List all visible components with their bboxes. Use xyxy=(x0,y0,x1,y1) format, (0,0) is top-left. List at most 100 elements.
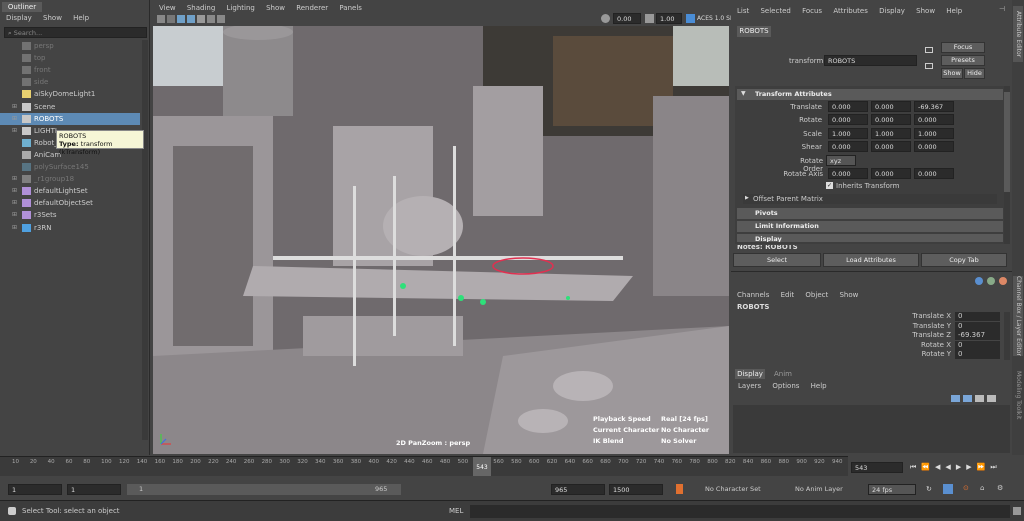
outliner-item[interactable]: ⊞ Scene xyxy=(0,101,140,113)
channel-value[interactable]: 0 xyxy=(955,340,1000,350)
outliner-item[interactable]: polySurface145 xyxy=(0,161,140,173)
channel-row[interactable]: Translate X 0 xyxy=(731,312,1012,321)
outliner-item[interactable]: side xyxy=(0,76,140,88)
presets-button[interactable]: Presets xyxy=(941,55,985,66)
channel-box-icon[interactable] xyxy=(975,277,983,285)
cb-scrollbar[interactable] xyxy=(1004,312,1010,360)
character-set-icon[interactable] xyxy=(676,484,683,494)
smooth-shade-icon[interactable] xyxy=(187,15,195,23)
play-back-icon[interactable]: ◀ xyxy=(945,463,950,471)
channel-value[interactable]: 0 xyxy=(955,321,1000,331)
script-editor-icon[interactable] xyxy=(1013,507,1021,515)
cb-menu-object[interactable]: Object xyxy=(805,291,828,299)
channel-row[interactable]: Translate Y 0 xyxy=(731,321,1012,331)
attr-field-x[interactable]: 0.000 xyxy=(828,101,868,112)
range-slider[interactable]: 1 965 xyxy=(127,484,401,495)
viewport-canvas[interactable]: 2D PanZoom : persp Playback Speed Real [2… xyxy=(153,26,729,454)
color-space-select[interactable]: ACES 1.0 SDR- xyxy=(697,13,733,24)
channel-box-side-tab[interactable]: Channel Box / Layer Editor xyxy=(1013,276,1023,356)
attr-field-y[interactable]: 0.000 xyxy=(871,140,911,152)
ae-menu-selected[interactable]: Selected xyxy=(760,7,790,15)
outliner-item[interactable]: front xyxy=(0,64,140,76)
current-frame-field[interactable]: 543 xyxy=(851,462,903,473)
outliner-item[interactable]: top xyxy=(0,52,140,64)
expand-icon[interactable]: ⊞ xyxy=(12,125,17,137)
input-connection-icon[interactable] xyxy=(925,47,933,53)
rotate-axis-z[interactable]: 0.000 xyxy=(914,168,954,179)
step-forward-key-icon[interactable]: ⏩ xyxy=(977,463,986,471)
gamma-field[interactable]: 1.00 xyxy=(656,13,682,24)
attribute-editor-side-tab[interactable]: Attribute Editor xyxy=(1013,6,1023,62)
cb-menu-show[interactable]: Show xyxy=(839,291,858,299)
attr-field-x[interactable]: 1.000 xyxy=(828,127,868,139)
anim-layer-select[interactable]: No Anim Layer xyxy=(795,484,857,495)
playback-start-field[interactable]: 1 xyxy=(67,484,121,495)
output-connection-icon[interactable] xyxy=(925,63,933,69)
go-to-end-icon[interactable]: ⏭ xyxy=(990,463,996,472)
key-icon[interactable]: ⌂ xyxy=(980,484,984,492)
move-layer-up-icon[interactable] xyxy=(951,395,960,402)
viewport-menu-shading[interactable]: Shading xyxy=(187,4,215,12)
color-management-icon[interactable] xyxy=(686,14,695,23)
expand-icon[interactable]: ⊞ xyxy=(12,222,17,234)
ae-scrollbar[interactable] xyxy=(1004,86,1010,244)
timeline-playhead[interactable]: 543 xyxy=(473,457,491,476)
attr-field-z[interactable]: -69.367 xyxy=(914,101,954,112)
channel-row[interactable]: Rotate Y 0 xyxy=(731,350,1012,359)
outliner-item[interactable]: aiSkyDomeLight1 xyxy=(0,88,140,100)
expand-icon[interactable]: ⊞ xyxy=(12,209,17,221)
modeling-toolkit-side-tab[interactable]: Modeling Toolkit xyxy=(1013,368,1023,422)
attr-field-x[interactable]: 0.000 xyxy=(828,114,868,126)
expand-icon[interactable]: ⊞ xyxy=(12,113,17,125)
expand-icon[interactable]: ⊞ xyxy=(12,197,17,209)
command-line-input[interactable] xyxy=(470,505,1010,518)
ae-transform-name-field[interactable]: ROBOTS xyxy=(824,55,917,66)
cb-menu-edit[interactable]: Edit xyxy=(781,291,795,299)
step-back-key-icon[interactable]: ⏪ xyxy=(921,463,930,471)
outliner-item[interactable]: ⊞ r3Sets xyxy=(0,209,140,221)
attr-field-y[interactable]: 1.000 xyxy=(871,127,911,139)
lighting-icon[interactable] xyxy=(197,15,205,23)
gamma-icon[interactable] xyxy=(645,14,654,23)
attr-field-z[interactable]: 0.000 xyxy=(914,114,954,126)
limit-information-header[interactable]: Limit Information xyxy=(737,221,1003,232)
sound-icon[interactable] xyxy=(943,484,953,494)
copy-tab-button[interactable]: Copy Tab xyxy=(921,253,1007,267)
expand-icon[interactable]: ⊞ xyxy=(12,185,17,197)
camera-icon[interactable] xyxy=(157,15,165,23)
ae-menu-display[interactable]: Display xyxy=(879,7,905,15)
layer-tab-anim[interactable]: Anim xyxy=(769,369,797,379)
viewport-menu-view[interactable]: View xyxy=(159,4,176,12)
fps-select[interactable]: 24 fps xyxy=(868,484,916,495)
outliner-search-input[interactable]: ⌕ Search... xyxy=(4,27,147,38)
viewport-menu-renderer[interactable]: Renderer xyxy=(296,4,328,12)
channel-row[interactable]: Rotate X 0 xyxy=(731,340,1012,350)
shadow-icon[interactable] xyxy=(207,15,215,23)
outliner-menu-show[interactable]: Show xyxy=(43,14,62,22)
pivots-header[interactable]: Pivots xyxy=(737,208,1003,219)
rotate-axis-y[interactable]: 0.000 xyxy=(871,168,911,179)
expand-icon[interactable]: ⊞ xyxy=(12,101,17,113)
channel-value[interactable]: -69.367 xyxy=(955,331,1000,340)
offset-parent-header[interactable]: Offset Parent Matrix xyxy=(743,194,997,204)
grid-icon[interactable] xyxy=(167,15,175,23)
outliner-item[interactable]: ⊞ defaultLightSet xyxy=(0,185,140,197)
outliner-scrollbar[interactable] xyxy=(142,40,148,440)
ae-menu-help[interactable]: Help xyxy=(946,7,962,15)
exposure-icon[interactable] xyxy=(601,14,610,23)
display-header[interactable]: Display xyxy=(737,234,1003,242)
time-slider[interactable]: 10 20 40 60 80 100 120 140 160 180 200 220 240 260 280… xyxy=(0,456,848,476)
viewport-menu-show[interactable]: Show xyxy=(266,4,285,12)
layer-menu-layers[interactable]: Layers xyxy=(738,382,761,390)
outliner-menu-help[interactable]: Help xyxy=(73,14,89,22)
viewport-menu-lighting[interactable]: Lighting xyxy=(227,4,255,12)
layer-menu-options[interactable]: Options xyxy=(772,382,799,390)
move-layer-down-icon[interactable] xyxy=(963,395,972,402)
outliner-item[interactable]: ⊞ _r1group18 xyxy=(0,173,140,185)
new-layer-selected-icon[interactable] xyxy=(987,395,996,402)
ae-node-tab[interactable]: ROBOTS xyxy=(737,26,771,37)
mel-label[interactable]: MEL xyxy=(449,507,463,515)
attribute-editor-icon[interactable] xyxy=(999,277,1007,285)
play-forward-icon[interactable]: ▶ xyxy=(956,463,961,471)
channel-value[interactable]: 0 xyxy=(955,350,1000,359)
